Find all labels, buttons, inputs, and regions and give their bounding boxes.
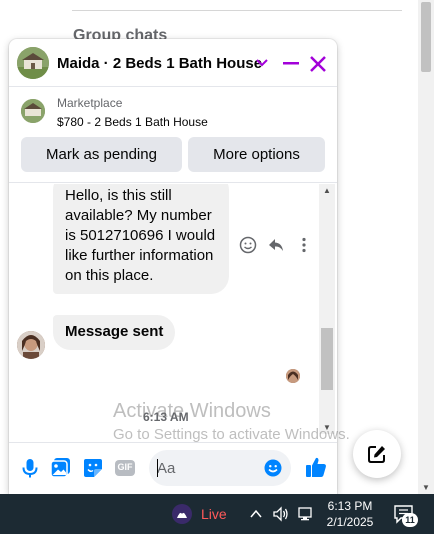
more-options-button[interactable]: More options xyxy=(188,137,325,172)
page-scrollbar-thumb[interactable] xyxy=(421,2,431,72)
page-scrollbar[interactable]: ▼ xyxy=(418,0,434,494)
microphone-icon[interactable] xyxy=(19,457,41,479)
taskbar: Live 6:13 PM 2/1/2025 11 xyxy=(0,494,434,534)
notification-badge: 11 xyxy=(402,513,418,527)
app-icon[interactable] xyxy=(170,502,194,526)
clock-date: 2/1/2025 xyxy=(326,515,374,529)
sender-avatar[interactable] xyxy=(17,331,45,359)
message-list: Hello, is this still available? My numbe… xyxy=(9,184,337,434)
gif-label: GIF xyxy=(117,462,133,472)
mark-as-pending-button[interactable]: Mark as pending xyxy=(21,137,182,172)
chat-title[interactable]: Maida · 2 Beds 1 Bath House xyxy=(57,55,262,72)
scroll-up-arrow[interactable]: ▲ xyxy=(319,186,335,195)
page-scroll-down-arrow[interactable]: ▼ xyxy=(418,483,434,492)
gif-button[interactable]: GIF xyxy=(114,457,136,479)
react-emoji-icon[interactable] xyxy=(239,236,257,254)
message-scrollbar-thumb[interactable] xyxy=(321,328,333,390)
listing-avatar[interactable] xyxy=(17,47,49,79)
message-scrollbar[interactable]: ▲ ▼ xyxy=(319,184,335,434)
activation-watermark-title: Activate Windows xyxy=(113,400,271,422)
more-actions-icon[interactable] xyxy=(295,236,313,254)
compose-icon xyxy=(368,446,385,463)
sticker-icon[interactable] xyxy=(82,457,104,479)
listing-title[interactable]: $780 - 2 Beds 1 Bath House xyxy=(57,115,208,129)
message-composer: GIF xyxy=(9,442,337,494)
seen-receipt-avatar xyxy=(286,369,300,383)
thumbs-up-icon[interactable] xyxy=(304,455,328,479)
photo-icon[interactable] xyxy=(50,457,72,479)
message-input-container[interactable] xyxy=(149,450,291,486)
minimize-icon[interactable] xyxy=(281,53,301,73)
volume-icon[interactable] xyxy=(272,505,290,523)
message-input[interactable] xyxy=(157,458,257,478)
reply-icon[interactable] xyxy=(267,236,285,254)
close-icon[interactable] xyxy=(307,53,329,75)
divider xyxy=(72,10,402,11)
network-icon[interactable] xyxy=(297,506,313,522)
text-caret xyxy=(157,459,158,477)
show-hidden-icons-chevron-icon[interactable] xyxy=(249,507,263,521)
activation-watermark-subtitle: Go to Settings to activate Windows. xyxy=(113,426,350,443)
new-message-button[interactable] xyxy=(353,430,401,478)
message-bubble[interactable]: Message sent xyxy=(53,315,176,350)
live-label[interactable]: Live xyxy=(201,506,227,522)
emoji-icon[interactable] xyxy=(264,459,282,477)
marketplace-listing-panel: Marketplace $780 - 2 Beds 1 Bath House M… xyxy=(9,87,337,183)
chevron-down-icon[interactable] xyxy=(255,53,269,73)
message-bubble[interactable]: Hello, is this still available? My numbe… xyxy=(53,184,229,294)
listing-thumbnail[interactable] xyxy=(21,99,45,123)
clock[interactable]: 6:13 PM 2/1/2025 xyxy=(326,498,374,530)
clock-time: 6:13 PM xyxy=(327,499,373,513)
marketplace-label: Marketplace xyxy=(57,96,123,110)
chat-header[interactable]: Maida · 2 Beds 1 Bath House xyxy=(9,39,337,87)
